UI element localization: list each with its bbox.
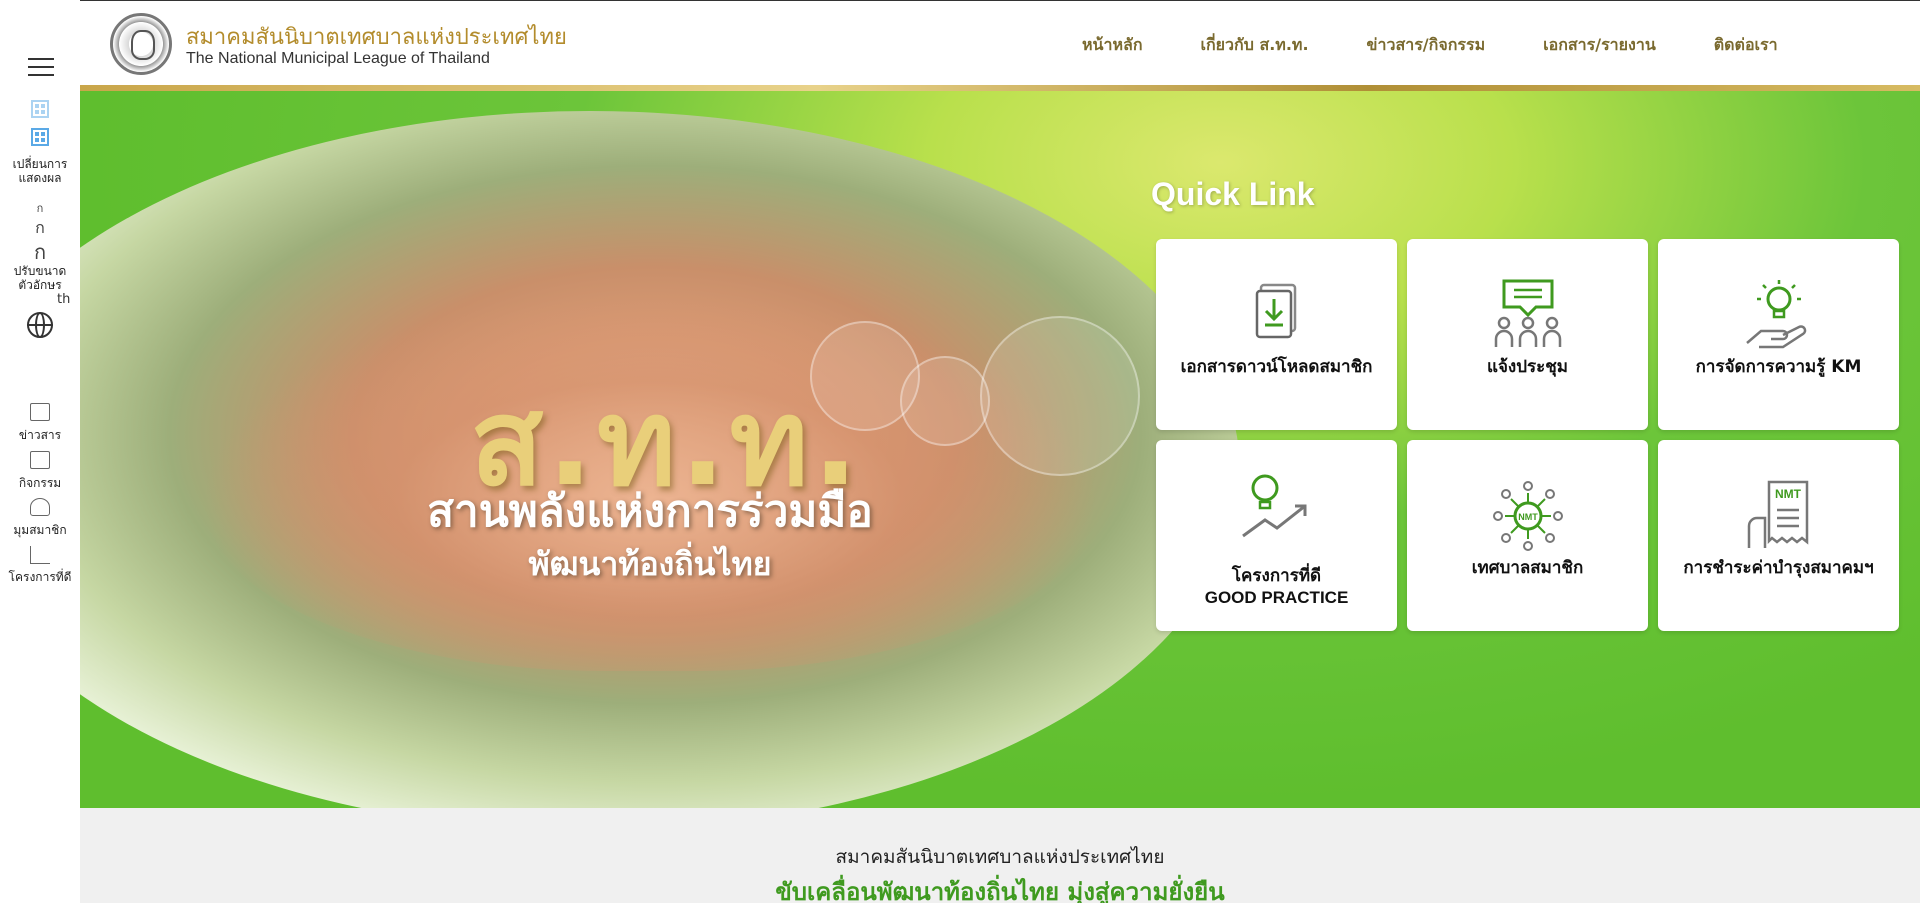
hero-slogan-line1: สานพลังแห่งการร่วมมือ <box>427 486 873 537</box>
hero-banner: ส.ท.ท. สานพลังแห่งการร่วมมือ พัฒนาท้องถิ… <box>80 91 1920 808</box>
quick-link-label-line1: โครงการที่ดี <box>1231 566 1322 586</box>
layout-list-icon[interactable] <box>31 100 49 118</box>
hero-slogan-line2: พัฒนาท้องถิ่นไทย <box>528 545 772 583</box>
quick-link-meeting[interactable]: แจ้งประชุม <box>1407 239 1648 430</box>
layout-label-line1: เปลี่ยนการ <box>12 157 68 171</box>
quick-link-membership-payment[interactable]: NMT การชำระค่าบำรุงสมาคมฯ <box>1658 440 1899 631</box>
org-name-th: สมาคมสันนิบาตเทศบาลแห่งประเทศไทย <box>186 25 567 50</box>
quick-link-grid: เอกสารดาวน์โหลดสมาชิก แจ้งประชุม การจัดก <box>1156 239 1899 631</box>
image-icon[interactable] <box>30 451 50 469</box>
document-download-icon <box>1255 283 1296 339</box>
layout-grid-icon[interactable] <box>31 128 49 146</box>
nav-contact[interactable]: ติดต่อเรา <box>1714 33 1778 58</box>
quick-link-km[interactable]: การจัดการความรู้ KM <box>1658 239 1899 430</box>
font-label-line2: ตัวอักษร <box>18 278 62 292</box>
quick-link-label-line2: GOOD PRACTICE <box>1204 588 1349 607</box>
quick-link-label: โครงการที่ดี GOOD PRACTICE <box>1156 566 1397 608</box>
quick-link-label: การชำระค่าบำรุงสมาคมฯ <box>1683 558 1874 578</box>
members-icon[interactable] <box>30 498 50 516</box>
project-icon[interactable] <box>30 546 50 564</box>
bokeh-circle <box>900 356 990 446</box>
meeting-icon <box>1494 279 1561 347</box>
band-tagline: ขับเคลื่อนพัฒนาท้องถิ่นไทย มุ่งสู่ความยั… <box>775 878 1225 903</box>
bokeh-circle <box>980 316 1140 476</box>
font-size-small-button[interactable]: ก <box>0 199 80 217</box>
intro-band: สมาคมสันนิบาตเทศบาลแห่งประเทศไทย ขับเคลื… <box>80 808 1920 903</box>
sidebar-item-members[interactable]: มุมสมาชิก <box>0 523 80 537</box>
main-nav: หน้าหลัก เกี่ยวกับ ส.ท.ท. ข่าวสาร/กิจกรร… <box>1082 33 1778 58</box>
news-icon[interactable] <box>30 403 50 421</box>
quick-link-member-municipalities[interactable]: NMT เทศบาลสมาชิก <box>1407 440 1648 631</box>
nmt-badge: NMT <box>1518 512 1538 522</box>
sidebar-item-news[interactable]: ข่าวสาร <box>0 428 80 442</box>
quick-link-label: เทศบาลสมาชิก <box>1471 558 1584 578</box>
layout-label-line2: แสดงผล <box>18 171 62 185</box>
sidebar-item-activities[interactable]: กิจกรรม <box>0 476 80 490</box>
nav-documents-reports[interactable]: เอกสาร/รายงาน <box>1543 33 1656 58</box>
receipt-nmt-icon: NMT <box>1747 480 1808 548</box>
nav-news-activities[interactable]: ข่าวสาร/กิจกรรม <box>1367 33 1486 58</box>
quick-link-label: การจัดการความรู้ KM <box>1695 357 1862 377</box>
network-nmt-icon: NMT <box>1492 481 1563 551</box>
band-org-name: สมาคมสันนิบาตเทศบาลแห่งประเทศไทย <box>835 846 1165 868</box>
lightbulb-growth-icon <box>1241 474 1306 538</box>
hamburger-icon[interactable] <box>28 58 54 76</box>
quick-link-label: แจ้งประชุม <box>1486 357 1568 377</box>
organization-logo[interactable] <box>110 13 172 75</box>
font-label-line1: ปรับขนาด <box>13 264 67 278</box>
nav-home[interactable]: หน้าหลัก <box>1082 33 1143 58</box>
quick-link-label: เอกสารดาวน์โหลดสมาชิก <box>1180 357 1373 377</box>
nmt-badge: NMT <box>1775 487 1802 501</box>
quick-link-good-practice[interactable]: โครงการที่ดี GOOD PRACTICE <box>1156 440 1397 631</box>
left-toolbar: เปลี่ยนการ แสดงผล ก ก ก ปรับขนาด ตัวอักษ… <box>0 0 80 903</box>
site-header: สมาคมสันนิบาตเทศบาลแห่งประเทศไทย The Nat… <box>80 0 1920 85</box>
org-name-en: The National Municipal League of Thailan… <box>186 50 490 67</box>
quick-link-title: Quick Link <box>1151 176 1315 212</box>
nav-about[interactable]: เกี่ยวกับ ส.ท.ท. <box>1201 33 1309 58</box>
language-code[interactable]: th <box>57 292 70 307</box>
sidebar-item-good-practice[interactable]: โครงการที่ดี <box>0 570 80 584</box>
quick-link-member-documents[interactable]: เอกสารดาวน์โหลดสมาชิก <box>1156 239 1397 430</box>
globe-icon[interactable] <box>27 312 53 338</box>
lightbulb-hand-icon <box>1745 280 1806 349</box>
